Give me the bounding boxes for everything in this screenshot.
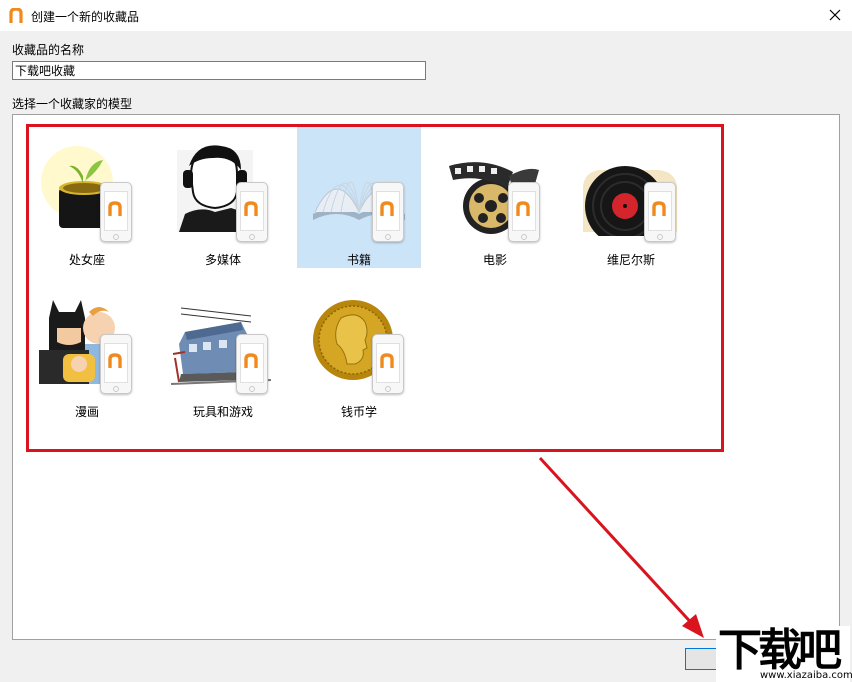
model-tile-toys-games[interactable]: 玩具和游戏 <box>161 278 285 420</box>
mobile-sync-badge <box>236 182 268 242</box>
mobile-sync-badge <box>236 334 268 394</box>
app-n-icon <box>108 201 122 216</box>
app-n-icon <box>516 201 530 216</box>
watermark-text: 下载吧 <box>718 625 842 676</box>
collection-name-input[interactable] <box>12 61 426 80</box>
app-n-icon <box>380 201 394 216</box>
app-n-icon <box>652 201 666 216</box>
model-label: 维尼尔斯 <box>606 253 655 267</box>
model-tile-comics[interactable]: 漫画 <box>25 278 149 420</box>
watermark: 下载吧 www.xiazaiba.com <box>716 625 852 682</box>
mobile-sync-badge <box>100 182 132 242</box>
model-tile-numismatics[interactable]: 钱币学 <box>297 278 421 420</box>
mobile-sync-badge <box>508 182 540 242</box>
app-n-icon <box>380 353 394 368</box>
title-bar: 创建一个新的收藏品 <box>0 0 852 31</box>
model-tile-virgo[interactable]: 处女座 <box>25 126 149 268</box>
model-label: 处女座 <box>68 253 105 267</box>
model-label: 电影 <box>482 253 507 267</box>
model-tile-books[interactable]: 书籍 <box>297 126 421 268</box>
model-label: 玩具和游戏 <box>192 405 253 419</box>
watermark-url: www.xiazaiba.com <box>760 670 852 681</box>
app-logo-icon <box>9 8 23 23</box>
close-button[interactable] <box>818 0 852 31</box>
model-tile-movies[interactable]: 电影 <box>433 126 557 268</box>
mobile-sync-badge <box>644 182 676 242</box>
model-label: 钱币学 <box>340 405 377 419</box>
model-tile-vinyl[interactable]: 维尼尔斯 <box>569 126 693 268</box>
model-label: 书籍 <box>346 253 371 267</box>
model-tile-multimedia[interactable]: 多媒体 <box>161 126 285 268</box>
window-title: 创建一个新的收藏品 <box>31 10 140 24</box>
app-n-icon <box>108 353 122 368</box>
mobile-sync-badge <box>372 334 404 394</box>
model-label: 漫画 <box>74 405 99 419</box>
mobile-sync-badge <box>100 334 132 394</box>
app-n-icon <box>244 201 258 216</box>
model-section-label: 选择一个收藏家的模型 <box>12 97 133 111</box>
model-label: 多媒体 <box>204 253 241 267</box>
app-n-icon <box>244 353 258 368</box>
collection-name-label: 收藏品的名称 <box>12 43 85 57</box>
close-icon <box>829 9 841 21</box>
mobile-sync-badge <box>372 182 404 242</box>
